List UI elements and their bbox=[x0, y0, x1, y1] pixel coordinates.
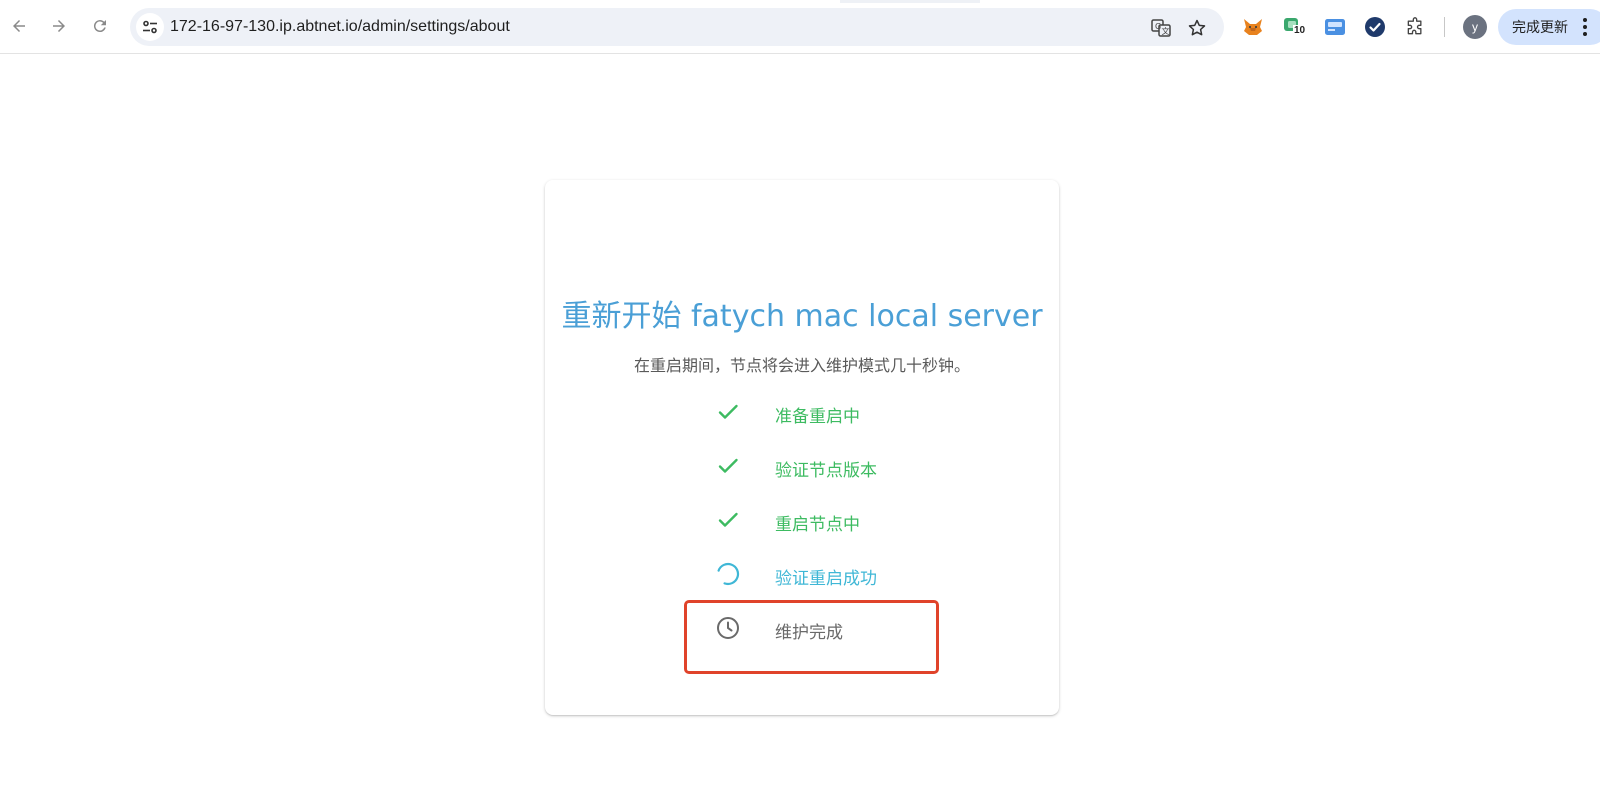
toolbar-divider bbox=[1444, 17, 1445, 37]
svg-text:文: 文 bbox=[1162, 26, 1170, 36]
address-bar[interactable]: 172-16-97-130.ip.abtnet.io/admin/setting… bbox=[130, 8, 1224, 46]
page-subtitle: 在重启期间，节点将会进入维护模式几十秒钟。 bbox=[633, 356, 970, 375]
reload-button[interactable] bbox=[86, 12, 114, 40]
loading-spinner-icon bbox=[715, 561, 741, 587]
extension-check-button[interactable] bbox=[1363, 15, 1387, 39]
step-label: 重启节点中 bbox=[775, 515, 860, 535]
more-vert-icon[interactable] bbox=[1582, 17, 1588, 37]
profile-avatar[interactable]: y bbox=[1463, 15, 1487, 39]
check-badge-icon bbox=[1365, 17, 1385, 37]
tune-icon bbox=[143, 20, 157, 34]
update-button-label: 完成更新 bbox=[1512, 20, 1568, 36]
card-icon bbox=[1325, 19, 1345, 35]
back-button[interactable] bbox=[5, 12, 33, 40]
extension-card-button[interactable] bbox=[1323, 15, 1347, 39]
site-info-button[interactable] bbox=[136, 13, 164, 41]
star-icon bbox=[1188, 19, 1206, 36]
forward-button[interactable] bbox=[45, 12, 73, 40]
svg-text:G: G bbox=[1155, 22, 1161, 31]
step-label: 验证节点版本 bbox=[775, 461, 877, 481]
step-label: 准备重启中 bbox=[775, 407, 860, 427]
back-arrow-icon bbox=[13, 20, 25, 32]
puzzle-icon bbox=[1407, 17, 1422, 35]
browser-toolbar: 172-16-97-130.ip.abtnet.io/admin/setting… bbox=[0, 0, 1600, 54]
step-verify-version: 验证节点版本 bbox=[715, 451, 975, 481]
step-verify-restart: 验证重启成功 bbox=[715, 559, 975, 589]
forward-arrow-icon bbox=[53, 20, 65, 32]
translate-button[interactable]: G 文 bbox=[1150, 17, 1172, 39]
extension-wallet-button[interactable]: 10 bbox=[1282, 15, 1307, 39]
check-icon bbox=[715, 507, 741, 533]
url-text[interactable]: 172-16-97-130.ip.abtnet.io/admin/setting… bbox=[170, 18, 510, 36]
translate-icon: G 文 bbox=[1151, 19, 1171, 37]
extension-fox-button[interactable] bbox=[1241, 15, 1265, 39]
bookmark-button[interactable] bbox=[1186, 17, 1208, 39]
check-icon bbox=[715, 399, 741, 425]
step-prepare-restart: 准备重启中 bbox=[715, 397, 975, 427]
reload-icon bbox=[93, 20, 106, 33]
step-label: 验证重启成功 bbox=[775, 569, 877, 589]
tab-strip bbox=[840, 0, 980, 3]
check-icon bbox=[715, 453, 741, 479]
step-restarting-node: 重启节点中 bbox=[715, 505, 975, 535]
page-title: 重新开始 fatych mac local server bbox=[561, 299, 1043, 334]
fox-icon bbox=[1244, 19, 1262, 35]
extension-badge-count: 10 bbox=[1293, 25, 1307, 36]
extensions-menu-button[interactable] bbox=[1403, 15, 1427, 39]
annotation-highlight-box bbox=[684, 600, 939, 674]
